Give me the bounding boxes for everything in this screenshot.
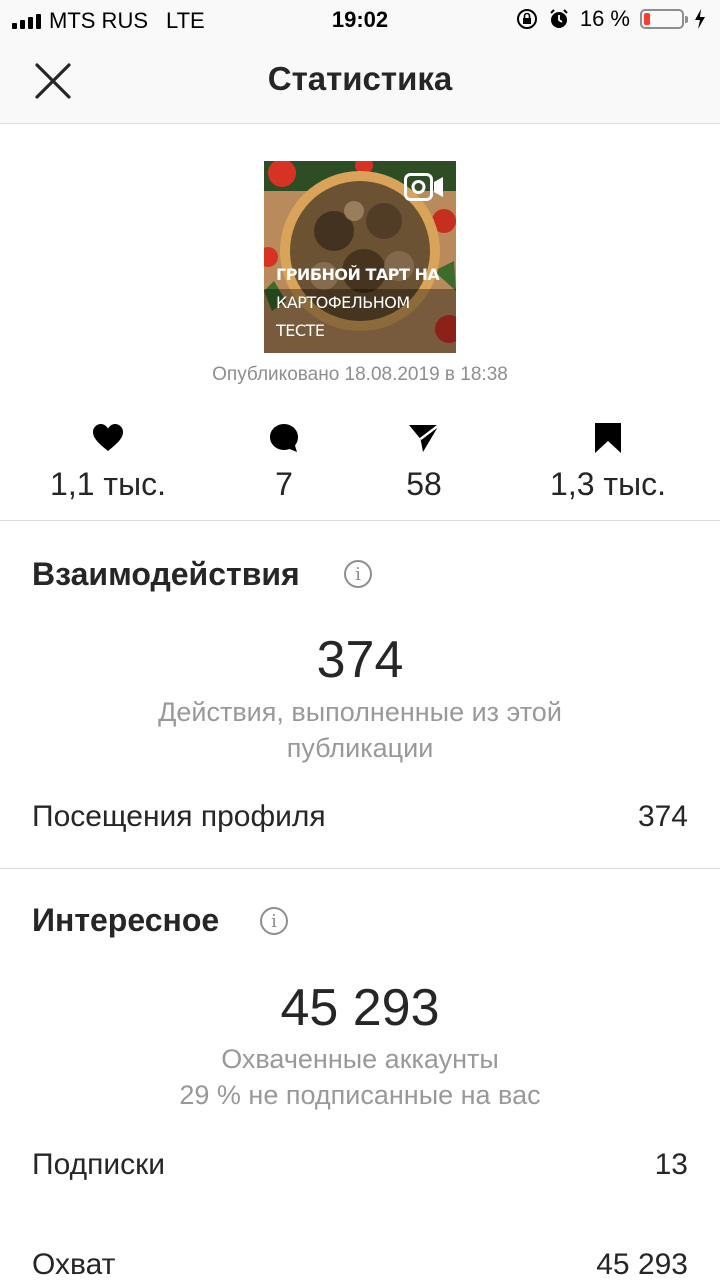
profile-visits-label: Посещения профиля xyxy=(32,800,326,833)
interactions-title: Взаимодействия xyxy=(32,556,300,592)
interactions-description-line1: Действия, выполненные из этой xyxy=(158,697,562,727)
charging-bolt-icon xyxy=(695,9,705,29)
discovery-description: Охваченные аккаунты 29 % не подписанные … xyxy=(0,1041,720,1113)
status-bar: MTS RUS LTE 19:02 16 % xyxy=(0,0,720,40)
profile-visits-value: 374 xyxy=(637,800,688,833)
info-icon[interactable]: i xyxy=(344,560,372,588)
discovery-total: 45 293 xyxy=(280,979,440,1037)
divider xyxy=(0,868,720,869)
bookmark-icon xyxy=(595,423,621,453)
thumbnail-caption: ГРИБНОЙ ТАРТ НА КАРТОФЕЛЬНОМ ТЕСТЕ xyxy=(276,261,456,345)
shares-count: 58 xyxy=(406,466,442,502)
heart-icon xyxy=(93,424,123,451)
thumbnail-caption-line1: ГРИБНОЙ ТАРТ НА xyxy=(276,265,440,284)
interactions-description-line2: публикации xyxy=(286,733,434,763)
info-icon[interactable]: i xyxy=(260,907,288,935)
discovery-description-line1: Охваченные аккаунты xyxy=(221,1044,499,1074)
follows-label: Подписки xyxy=(32,1148,165,1181)
saves-metric: 1,3 тыс. xyxy=(508,420,708,503)
follows-value: 13 xyxy=(654,1148,688,1181)
send-icon xyxy=(409,424,440,452)
video-camera-icon xyxy=(404,173,443,201)
battery-icon xyxy=(640,9,688,29)
saves-count: 1,3 тыс. xyxy=(550,466,666,502)
discovery-description-line2: 29 % не подписанные на вас xyxy=(179,1080,541,1110)
rotation-lock-icon xyxy=(516,9,537,29)
battery-fill xyxy=(644,13,650,25)
reach-value: 45 293 xyxy=(596,1248,688,1281)
post-thumbnail[interactable]: ГРИБНОЙ ТАРТ НА КАРТОФЕЛЬНОМ ТЕСТЕ xyxy=(264,161,456,353)
post-metrics: 1,1 тыс. 7 58 1,3 тыс. xyxy=(0,420,720,520)
shares-metric: 58 xyxy=(324,420,524,503)
divider xyxy=(0,520,720,521)
thumbnail-caption-line2: КАРТОФЕЛЬНОМ ТЕСТЕ xyxy=(276,293,410,340)
interactions-total: 374 xyxy=(316,631,404,689)
navigation-bar: Статистика xyxy=(0,40,720,124)
alarm-icon xyxy=(550,9,568,28)
comment-icon xyxy=(270,424,298,452)
battery-percent: 16 % xyxy=(579,6,630,31)
page-title: Статистика xyxy=(267,60,453,97)
status-right: 16 % xyxy=(516,6,706,32)
interactions-description: Действия, выполненные из этой публикации xyxy=(0,694,720,766)
reach-label: Охват xyxy=(32,1248,116,1281)
likes-metric: 1,1 тыс. xyxy=(8,420,208,503)
likes-count: 1,1 тыс. xyxy=(50,466,166,502)
published-date: Опубликовано 18.08.2019 в 18:38 xyxy=(212,364,508,385)
discovery-title: Интересное xyxy=(32,902,220,938)
